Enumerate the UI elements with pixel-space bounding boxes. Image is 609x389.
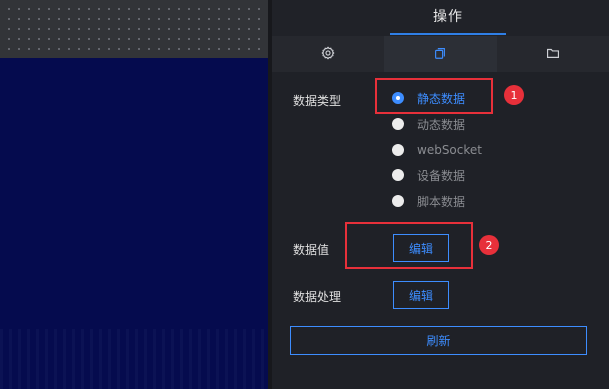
radio-indicator-checked[interactable] [392, 92, 404, 104]
canvas-area[interactable] [0, 0, 268, 389]
data-type-label: 数据类型 [293, 94, 342, 108]
canvas-dot-grid [0, 0, 268, 58]
radio-static-data[interactable]: 静态数据 [392, 89, 465, 107]
refresh-button[interactable]: 刷新 [290, 326, 587, 355]
gear-icon [321, 45, 335, 64]
tab-data[interactable] [384, 36, 497, 72]
radio-indicator[interactable] [392, 195, 404, 207]
radio-indicator[interactable] [392, 144, 404, 156]
panel-header: 操作 [272, 0, 609, 36]
radio-indicator[interactable] [392, 118, 404, 130]
radio-label: 动态数据 [417, 117, 466, 132]
folder-icon [546, 45, 560, 64]
data-process-label: 数据处理 [293, 290, 342, 304]
tab-files[interactable] [497, 36, 609, 72]
radio-indicator[interactable] [392, 169, 404, 181]
radio-label: 设备数据 [417, 168, 466, 183]
radio-label: 静态数据 [417, 91, 466, 106]
edit-data-process-button[interactable]: 编辑 [393, 281, 449, 309]
annotation-badge-2: 2 [479, 235, 499, 255]
operation-panel: 操作 数据类型 静态数据 动态数据 webSocket 设备数据 脚本数据 数据… [272, 0, 609, 389]
radio-label: webSocket [417, 143, 482, 157]
radio-script-data[interactable]: 脚本数据 [392, 192, 465, 210]
edit-data-value-button[interactable]: 编辑 [393, 234, 449, 262]
radio-label: 脚本数据 [417, 194, 466, 209]
copy-icon [433, 45, 447, 64]
radio-websocket[interactable]: webSocket [392, 141, 482, 159]
active-tab-indicator [390, 33, 506, 35]
radio-dynamic-data[interactable]: 动态数据 [392, 115, 465, 133]
canvas-decoration [0, 329, 268, 389]
canvas-screen[interactable] [0, 58, 268, 389]
data-value-label: 数据值 [293, 243, 330, 257]
icon-tab-bar [272, 36, 609, 72]
tab-style[interactable] [272, 36, 384, 72]
radio-device-data[interactable]: 设备数据 [392, 166, 465, 184]
panel-title-tab[interactable]: 操作 [390, 0, 506, 36]
editor-window: 操作 数据类型 静态数据 动态数据 webSocket 设备数据 脚本数据 数据… [0, 0, 609, 389]
annotation-badge-1: 1 [504, 85, 524, 105]
